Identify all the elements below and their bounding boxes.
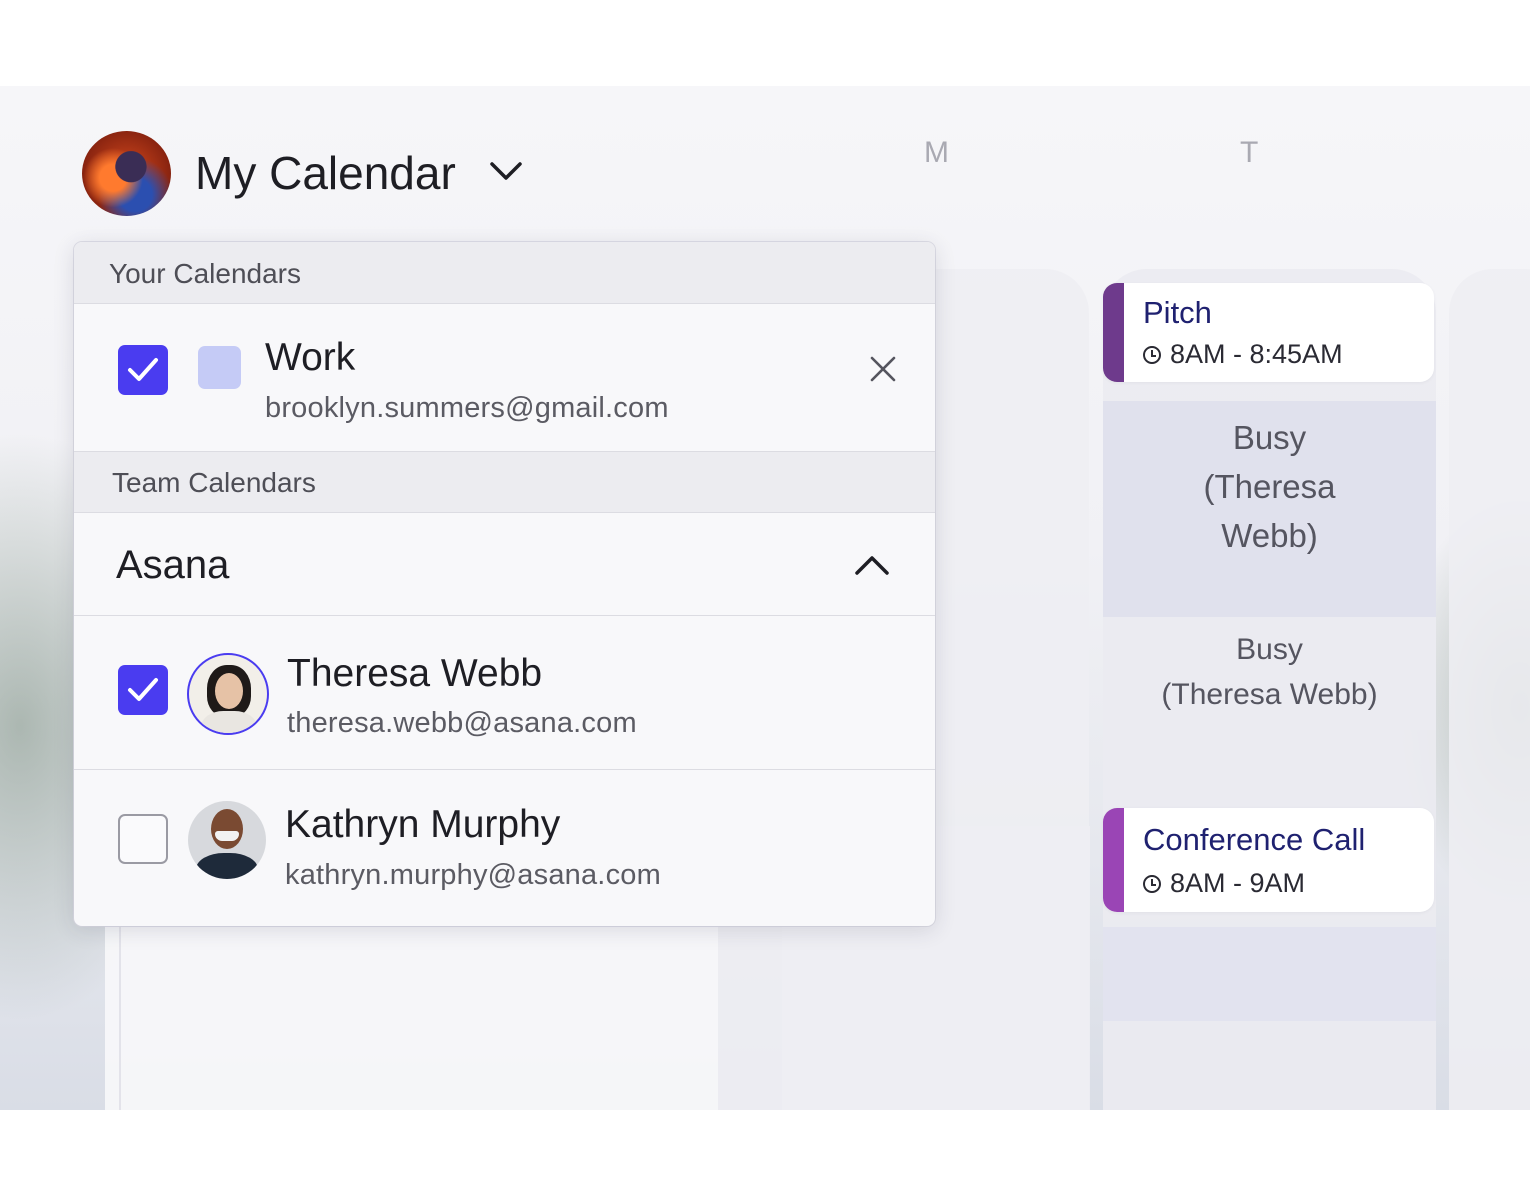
calendar-email: brooklyn.summers@gmail.com (265, 392, 669, 424)
user-avatar[interactable] (82, 131, 171, 216)
checkmark-icon (128, 678, 158, 701)
chevron-down-icon[interactable] (486, 152, 526, 192)
busy-block[interactable]: Busy (Theresa Webb) (1103, 617, 1436, 730)
calendar-row-work[interactable]: Work brooklyn.summers@gmail.com (74, 304, 935, 451)
busy-line: Busy (1236, 633, 1303, 666)
checkmark-icon (128, 358, 158, 381)
busy-line: Busy (1232, 419, 1307, 456)
busy-line: (Theresa (1203, 468, 1336, 505)
member-email: theresa.webb@asana.com (287, 707, 637, 739)
event-color-bar (1103, 808, 1124, 912)
member-checkbox[interactable] (118, 814, 168, 864)
event-time-text: 8AM - 8:45AM (1170, 339, 1343, 369)
busy-block[interactable]: Busy (Theresa Webb) (1103, 401, 1436, 617)
work-checkbox[interactable] (118, 345, 168, 395)
member-email: kathryn.murphy@asana.com (285, 859, 661, 891)
calendar-dropdown-panel: Your Calendars Work brooklyn.summers@gma… (74, 242, 935, 926)
event-color-bar (1103, 283, 1124, 382)
calendar-title[interactable]: My Calendar (195, 146, 456, 200)
member-avatar (188, 801, 266, 879)
event-time: 8AM - 8:45AM (1143, 339, 1343, 370)
clock-icon (1143, 874, 1161, 893)
event-pitch[interactable]: Pitch 8AM - 8:45AM (1103, 283, 1434, 382)
event-time-text: 8AM - 9AM (1170, 868, 1306, 898)
calendar-name: Work (265, 336, 356, 379)
event-time: 8AM - 9AM (1143, 868, 1305, 899)
team-group-header[interactable]: Asana (74, 513, 935, 616)
member-checkbox[interactable] (118, 665, 168, 715)
day-label-monday: M (924, 136, 950, 169)
section-header-your-calendars: Your Calendars (74, 242, 935, 304)
close-icon[interactable] (869, 355, 897, 383)
event-conference-call[interactable]: Conference Call 8AM - 9AM (1103, 808, 1434, 912)
member-name: Theresa Webb (287, 652, 543, 695)
event-title: Conference Call (1143, 822, 1366, 857)
calendar-color-swatch[interactable] (198, 346, 241, 389)
chevron-up-icon[interactable] (854, 553, 890, 577)
section-header-team-calendars: Team Calendars (74, 451, 935, 513)
member-avatar (187, 653, 269, 735)
event-title: Pitch (1143, 295, 1212, 330)
day-column-wednesday[interactable] (1449, 269, 1530, 1110)
day-label-tuesday: T (1240, 136, 1260, 169)
event-block[interactable] (1103, 927, 1436, 1021)
team-name: Asana (116, 543, 230, 587)
member-name: Kathryn Murphy (285, 803, 561, 846)
busy-line: Webb) (1221, 517, 1318, 554)
clock-icon (1143, 345, 1161, 364)
busy-line: (Theresa Webb) (1161, 678, 1378, 711)
